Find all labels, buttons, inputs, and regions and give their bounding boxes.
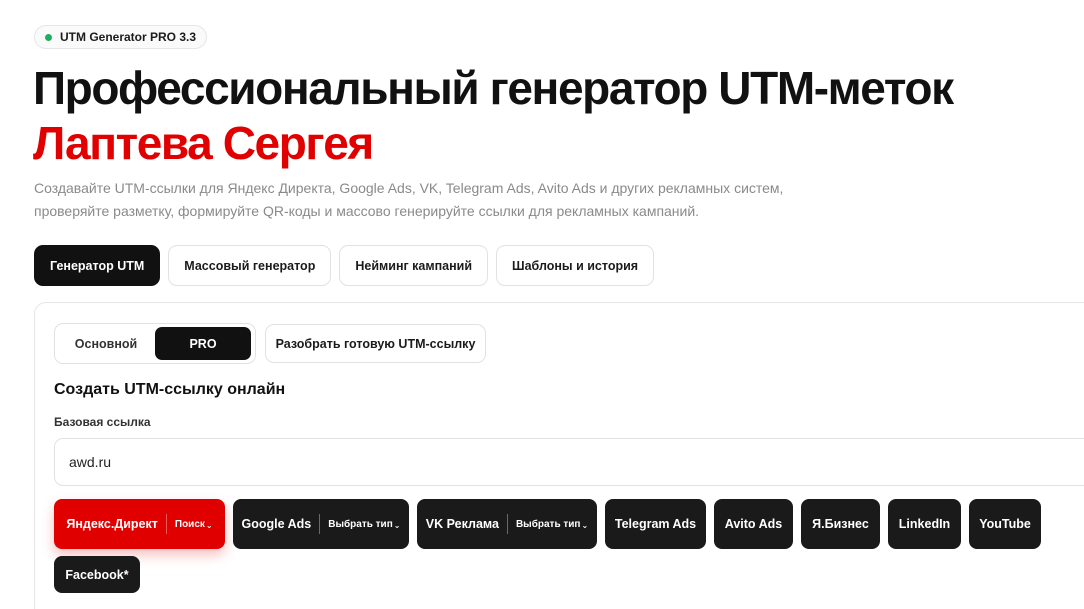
platform-type-label: Выбрать тип xyxy=(515,518,581,530)
platform-type-label: Выбрать тип xyxy=(328,518,393,530)
mode-basic-button[interactable]: Основной xyxy=(61,327,151,360)
platform-youtube-button[interactable]: YouTube xyxy=(969,499,1041,549)
platform-type-select[interactable]: Поиск ⌄ xyxy=(175,519,213,530)
divider xyxy=(506,514,508,534)
platform-label: Google Ads xyxy=(241,517,312,531)
platform-telegram-ads-button[interactable]: Telegram Ads xyxy=(605,499,706,549)
platform-type-label: Поиск xyxy=(174,518,205,530)
platform-type-select[interactable]: Выбрать тип ⌄ xyxy=(516,519,588,530)
platform-label: Яндекс.Директ xyxy=(66,517,158,531)
tab-utm-generator[interactable]: Генератор UTM xyxy=(34,245,161,286)
page: UTM Generator PRO 3.3 Профессиональный г… xyxy=(0,0,1084,609)
platform-yandex-direct-button[interactable]: Яндекс.Директ Поиск ⌄ xyxy=(54,499,225,549)
platform-yandex-business-button[interactable]: Я.Бизнес xyxy=(801,499,880,549)
platform-google-ads-button[interactable]: Google Ads Выбрать тип ⌄ xyxy=(233,499,409,549)
page-title: Профессиональный генератор UTM-меток xyxy=(33,62,954,114)
tab-campaign-naming[interactable]: Нейминг кампаний xyxy=(339,245,489,286)
chevron-down-icon: ⌄ xyxy=(581,520,589,530)
mode-pro-button[interactable]: PRO xyxy=(155,327,251,360)
divider xyxy=(319,514,321,534)
platform-type-select[interactable]: Выбрать тип ⌄ xyxy=(328,519,400,530)
version-badge: UTM Generator PRO 3.3 xyxy=(34,25,208,49)
main-tabs: Генератор UTM Массовый генератор Нейминг… xyxy=(34,245,655,286)
base-url-input[interactable] xyxy=(54,438,1084,486)
version-badge-label: UTM Generator PRO 3.3 xyxy=(60,30,197,44)
platform-vk-ads-button[interactable]: VK Реклама Выбрать тип ⌄ xyxy=(417,499,597,549)
chevron-down-icon: ⌄ xyxy=(205,520,213,530)
platform-linkedin-button[interactable]: LinkedIn xyxy=(888,499,961,549)
page-subtitle: Создавайте UTM-ссылки для Яндекс Директа… xyxy=(34,180,784,219)
section-title: Создать UTM-ссылку онлайн xyxy=(54,381,286,398)
parse-utm-button[interactable]: Разобрать готовую UTM-ссылку xyxy=(265,324,486,363)
page-title-author: Лаптева Сергея xyxy=(33,117,374,169)
mode-switch: Основной PRO xyxy=(54,323,256,364)
status-dot-icon xyxy=(45,33,52,41)
base-url-label: Базовая ссылка xyxy=(54,415,151,429)
tab-bulk-generator[interactable]: Массовый генератор xyxy=(168,245,332,286)
tab-templates-history[interactable]: Шаблоны и история xyxy=(496,245,655,286)
platform-avito-ads-button[interactable]: Avito Ads xyxy=(714,499,793,549)
divider xyxy=(165,514,167,534)
chevron-down-icon: ⌄ xyxy=(393,520,401,530)
platform-facebook-button[interactable]: Facebook* xyxy=(54,556,140,593)
generator-card: Основной PRO Разобрать готовую UTM-ссылк… xyxy=(34,302,1084,609)
platform-label: VK Реклама xyxy=(425,517,499,531)
